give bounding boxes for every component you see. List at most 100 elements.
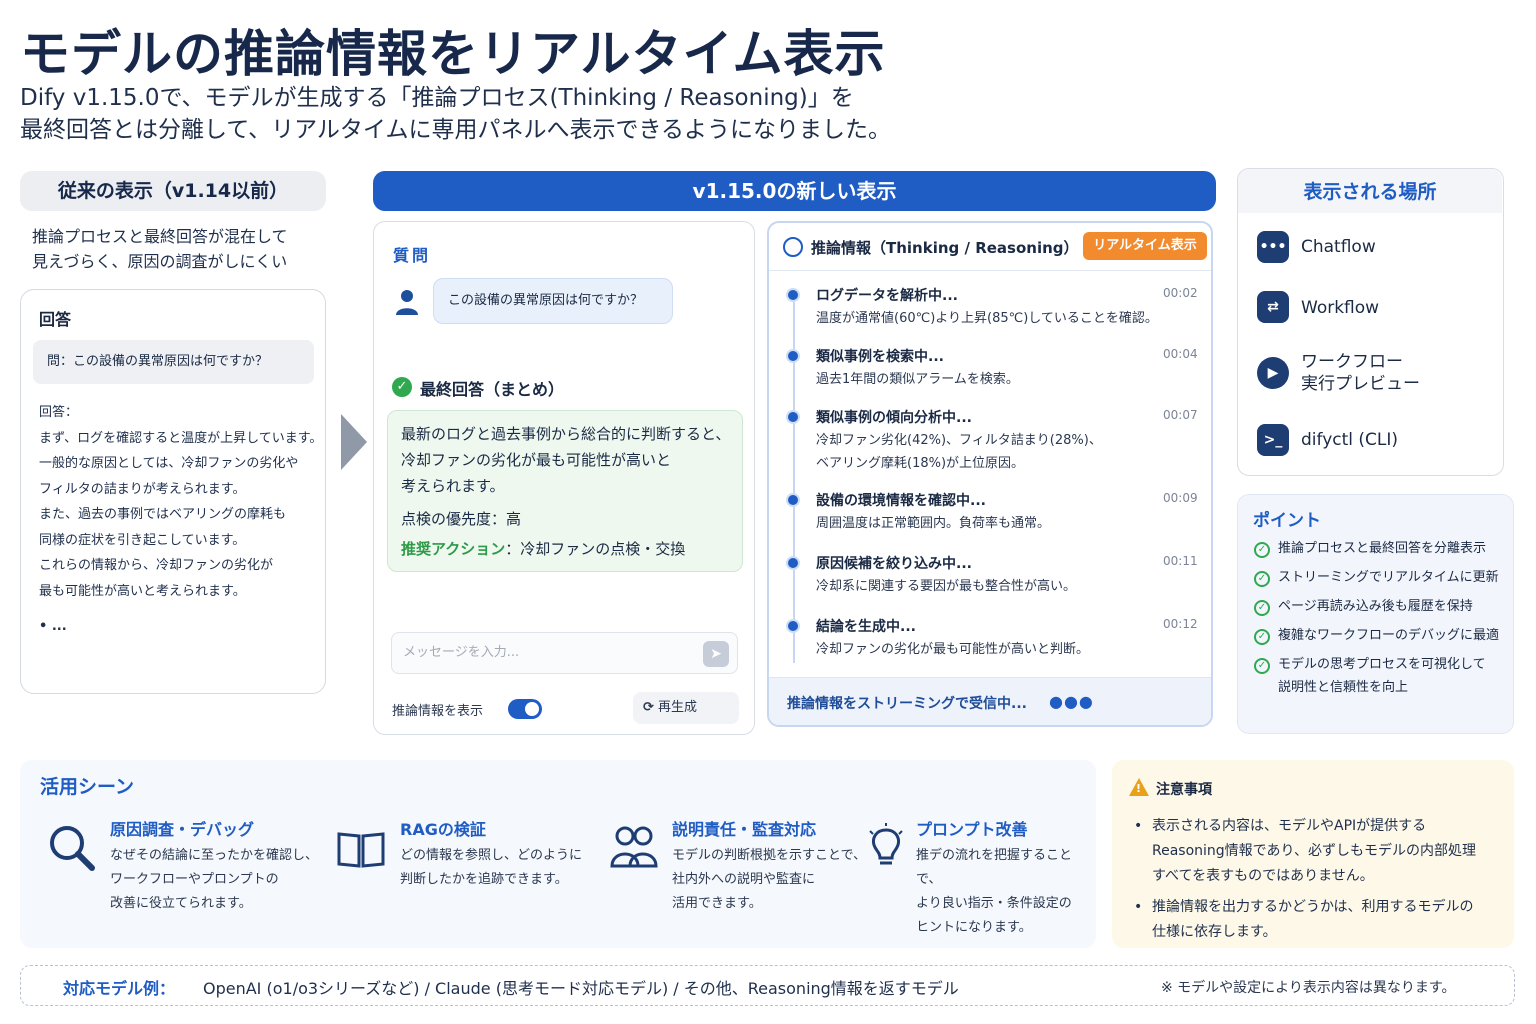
check-icon: ✓ xyxy=(1254,629,1270,645)
reasoning-title: 推論情報（Thinking / Reasoning） xyxy=(811,239,1079,257)
send-button[interactable]: ➤ xyxy=(703,641,729,667)
show-reasoning-toggle[interactable] xyxy=(508,699,542,719)
point-item: ストリーミングでリアルタイムに更新 xyxy=(1278,570,1499,585)
page-title: モデルの推論情報をリアルタイム表示 xyxy=(20,25,886,83)
scene-title: RAGの検証 xyxy=(400,820,486,839)
warning-mark: ! xyxy=(1136,782,1142,795)
page-subtitle: Dify v1.15.0で、モデルが生成する「推論プロセス(Thinking /… xyxy=(20,82,891,146)
step-time: 00:12 xyxy=(1163,617,1198,631)
user-avatar-icon xyxy=(396,290,418,315)
action-label: 推奨アクション xyxy=(401,540,506,558)
step-dot-icon xyxy=(786,349,800,363)
book-icon xyxy=(337,832,385,868)
step-title: 類似事例を検索中... xyxy=(816,349,944,365)
streaming-status: 推論情報をストリーミングで受信中... xyxy=(787,696,1027,712)
step-time: 00:09 xyxy=(1163,491,1198,505)
note-item: 表示される内容は、モデルやAPIが提供する Reasoning情報であり、必ずし… xyxy=(1132,814,1508,889)
note-item: 推論情報を出力するかどうかは、利用するモデルの 仕様に依存します。 xyxy=(1132,895,1508,945)
notes-heading: 注意事項 xyxy=(1156,782,1212,798)
step-title: 結論を生成中... xyxy=(816,619,916,635)
subtitle-line-1: Dify v1.15.0で、モデルが生成する「推論プロセス(Thinking /… xyxy=(20,85,854,111)
step-dot-icon xyxy=(786,556,800,570)
old-answer-card: 回答 問：この設備の異常原因は何ですか？ 回答： まず、ログを確認すると温度が上… xyxy=(20,289,326,694)
chat-question-bubble: この設備の異常原因は何ですか？ xyxy=(433,278,673,324)
step-desc: 冷却ファンの劣化が最も可能性が高いと判断。 xyxy=(816,642,1090,657)
supported-models-list: OpenAI (o1/o3シリーズなど) / Claude (思考モード対応モデ… xyxy=(203,979,959,998)
realtime-badge: リアルタイム表示 xyxy=(1083,232,1207,260)
final-priority: 点検の優先度：高 xyxy=(401,510,522,528)
final-answer-box: 最新のログと過去事例から総合的に判断すると、 冷却ファンの劣化が最も可能性が高い… xyxy=(387,410,743,572)
scene-desc: どの情報を参照し、どのように 判断したかを追跡できます。 xyxy=(400,848,583,887)
action-value: ：冷却ファンの点検・交換 xyxy=(505,540,686,558)
step-time: 00:02 xyxy=(1163,286,1198,300)
scene-title: プロンプト改善 xyxy=(916,820,1028,839)
check-circle-icon: ✓ xyxy=(392,377,412,397)
step-title: 類似事例の傾向分析中... xyxy=(816,410,972,426)
point-item: 推論プロセスと最終回答を分離表示 xyxy=(1278,541,1487,556)
points-panel: ポイント ✓ 推論プロセスと最終回答を分離表示 ✓ ストリーミングでリアルタイム… xyxy=(1237,494,1514,734)
check-icon: ✓ xyxy=(1254,658,1270,674)
old-answer-line: 一般的な原因としては、冷却ファンの劣化や xyxy=(39,456,299,471)
step-time: 00:04 xyxy=(1163,347,1198,361)
new-display-banner: v1.15.0の新しい表示 xyxy=(373,171,1216,211)
final-action: 推奨アクション：冷却ファンの点検・交換 xyxy=(401,538,685,559)
scene-desc: 推デの流れを把握することで、 より良い指示・条件設定の ヒントになります。 xyxy=(916,848,1073,935)
workflow-icon: ⇄ xyxy=(1257,291,1289,323)
old-desc-line-1: 推論プロセスと最終回答が混在して xyxy=(32,227,288,246)
step-dot-icon xyxy=(786,410,800,424)
supported-models-label: 対応モデル例： xyxy=(63,979,176,998)
footer-note: ※ モデルや設定により表示内容は異なります。 xyxy=(1161,980,1456,996)
toggle-knob xyxy=(525,702,539,716)
place-label: Chatflow xyxy=(1301,237,1376,257)
old-display-heading: 従来の表示（v1.14以前） xyxy=(20,171,326,211)
old-answer-line xyxy=(39,604,325,614)
message-input[interactable]: メッセージを入力... ➤ xyxy=(391,632,738,674)
points-heading: ポイント xyxy=(1253,511,1321,531)
message-input-placeholder: メッセージを入力... xyxy=(403,645,520,660)
old-answer-line: 回答： xyxy=(39,405,79,420)
regenerate-label: 再生成 xyxy=(658,700,698,715)
notes-list: 表示される内容は、モデルやAPIが提供する Reasoning情報であり、必ずし… xyxy=(1132,814,1508,951)
play-icon: ▶ xyxy=(1257,357,1289,389)
step-dot-icon xyxy=(786,493,800,507)
use-cases-panel: 活用シーン 原因調査・デバッグ なぜその結論に至ったかを確認し、 ワークフローや… xyxy=(20,760,1096,948)
chat-panel: 質問 この設備の異常原因は何ですか？ ✓ 最終回答（まとめ） 最新のログと過去事… xyxy=(373,221,755,735)
old-answer-line: 同様の症状を引き起こしています。 xyxy=(39,532,246,548)
point-item: ページ再読み込み後も履歴を保持 xyxy=(1278,599,1473,614)
place-label: ワークフロー 実行プレビュー xyxy=(1301,352,1420,394)
place-label: Workflow xyxy=(1301,298,1380,318)
subtitle-line-2: 最終回答とは分離して、リアルタイムに専用パネルへ表示できるようになりました。 xyxy=(20,117,892,143)
regenerate-button[interactable]: ⟳ 再生成 xyxy=(633,692,739,724)
step-title: ログデータを解析中... xyxy=(816,288,958,304)
supported-models-footer: 対応モデル例： OpenAI (o1/o3シリーズなど) / Claude (思… xyxy=(20,965,1515,1006)
refresh-icon: ⟳ xyxy=(643,700,654,715)
old-answer-line: また、過去の事例ではベアリングの摩耗も xyxy=(39,507,287,522)
scene-desc: モデルの判断根拠を示すことで、 社内外への説明や監査に 活用できます。 xyxy=(672,848,867,911)
final-line: 最新のログと過去事例から総合的に判断すると、 xyxy=(401,425,731,443)
step-desc: 周囲温度は正常範囲内。負荷率も通常。 xyxy=(816,516,1051,531)
final-line: 冷却ファンの劣化が最も可能性が高いと xyxy=(401,451,672,469)
step-title: 原因候補を絞り込み中... xyxy=(816,556,972,572)
place-label: difyctl (CLI) xyxy=(1301,430,1399,450)
step-time: 00:11 xyxy=(1163,554,1198,568)
point-item: 複雑なワークフローのデバッグに最適 xyxy=(1278,628,1500,643)
chat-question-title: 質問 xyxy=(393,246,432,265)
old-answer-line: • ... xyxy=(39,619,67,634)
reasoning-header: 推論情報（Thinking / Reasoning） リアルタイム表示 xyxy=(769,223,1211,271)
old-desc-line-2: 見えづらく、原因の調査がしにくい xyxy=(32,252,288,271)
old-answer-text: 回答： まず、ログを確認すると温度が上昇しています。 一般的な原因としては、冷却… xyxy=(39,400,325,640)
old-answer-line: 最も可能性が高いと考えられます。 xyxy=(39,583,246,599)
check-icon: ✓ xyxy=(1254,571,1270,587)
terminal-icon: >_ xyxy=(1257,424,1289,456)
people-icon xyxy=(610,826,658,868)
transition-arrow-icon xyxy=(341,414,367,470)
check-icon: ✓ xyxy=(1254,542,1270,558)
use-cases-heading: 活用シーン xyxy=(40,776,135,798)
final-answer-title: 最終回答（まとめ） xyxy=(420,380,565,399)
final-answer-text: 最新のログと過去事例から総合的に判断すると、 冷却ファンの劣化が最も可能性が高い… xyxy=(401,421,741,499)
places-panel: 表示される場所 ••• Chatflow ⇄ Workflow ▶ ワークフロー… xyxy=(1237,168,1504,476)
step-title: 設備の環境情報を確認中... xyxy=(816,493,986,509)
step-dot-icon xyxy=(786,288,800,302)
places-heading: 表示される場所 xyxy=(1238,169,1502,213)
scene-desc: なぜその結論に至ったかを確認し、 ワークフローやプロンプトの 改善に役立てられま… xyxy=(110,848,319,911)
